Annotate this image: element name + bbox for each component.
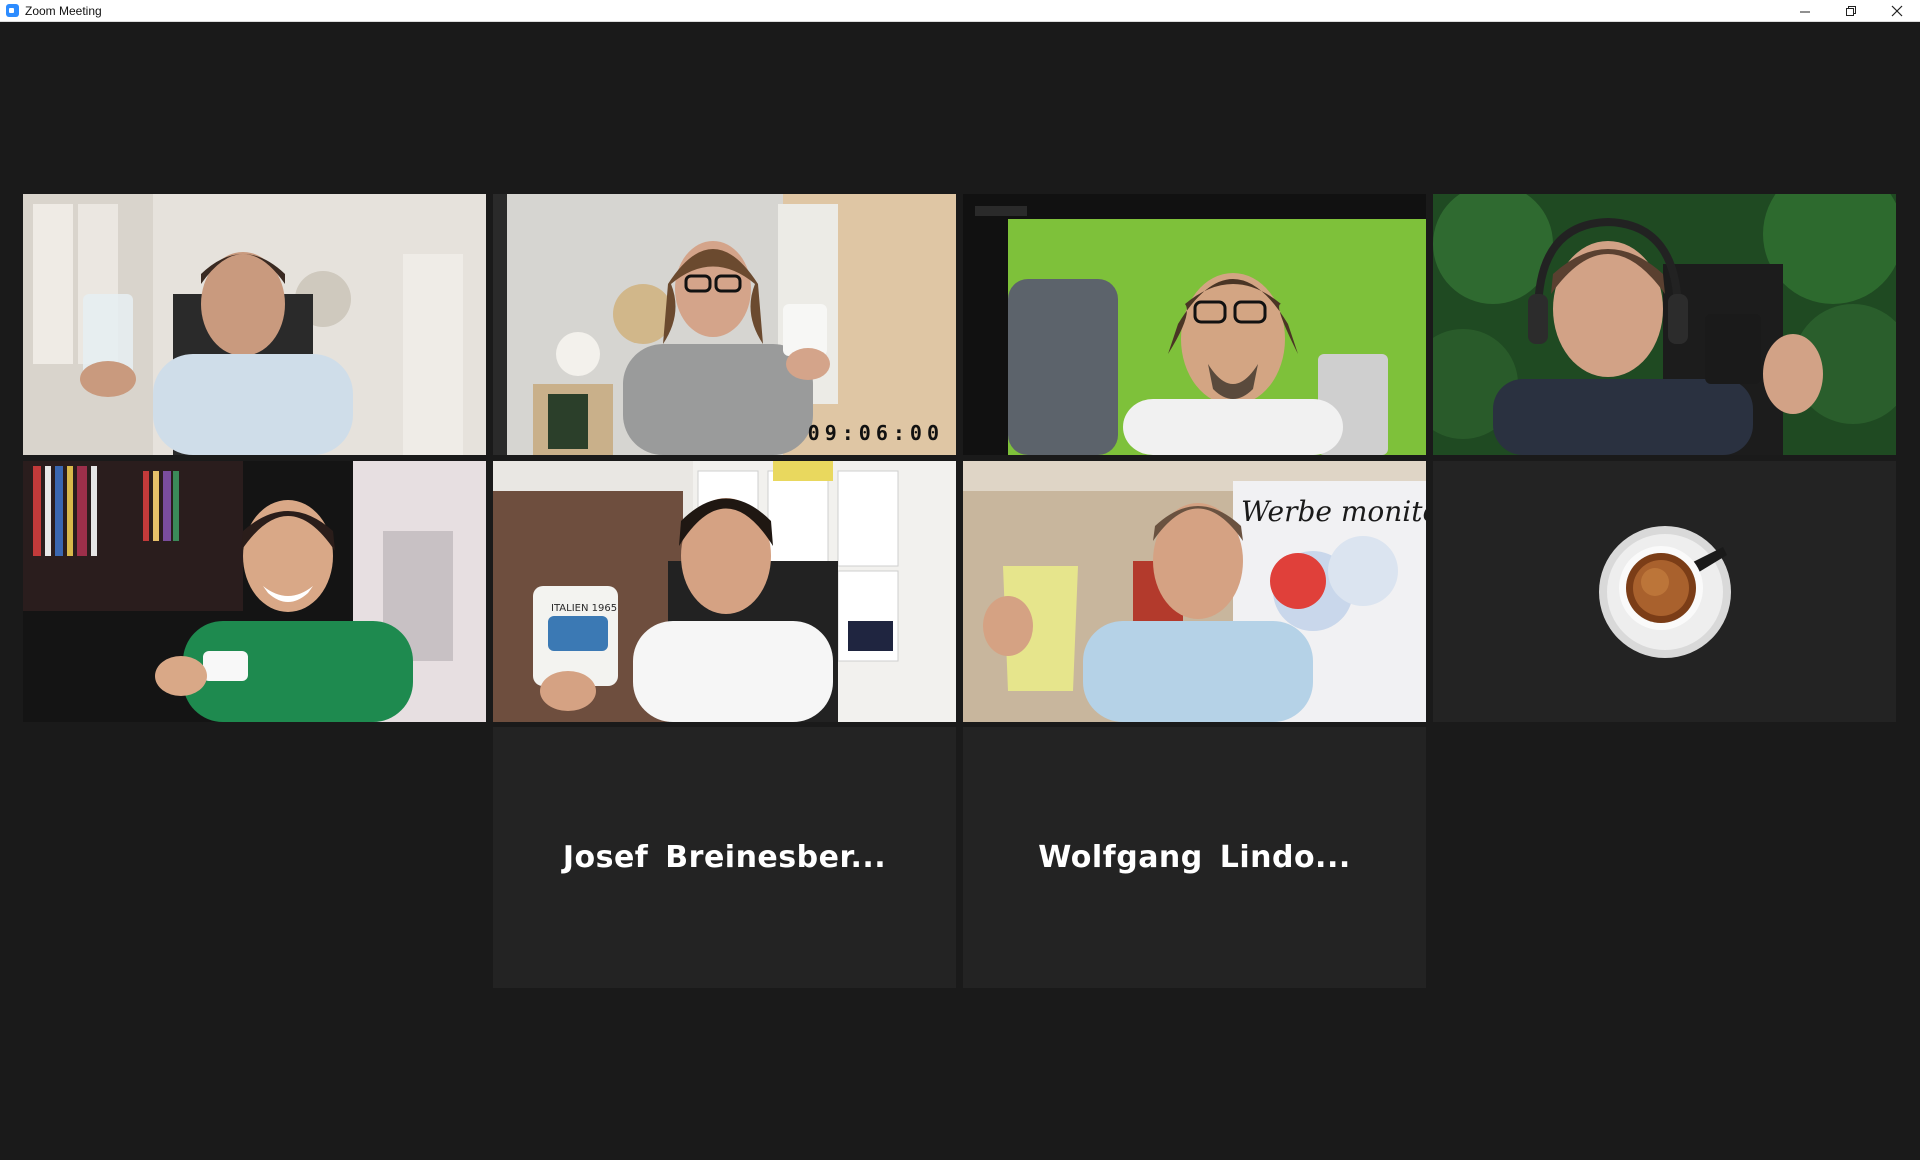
participant-video [1433,194,1896,455]
participant-video [23,194,486,455]
timer-overlay: 09:06:00 [807,421,944,445]
video-tile-participant-7[interactable]: Werbe monitor [963,461,1426,722]
gallery-view: 09:06:00 ITALIEN 1965 Werbe monit Josef … [0,22,1920,1160]
participant-video [23,461,486,722]
video-tile-participant-1[interactable] [23,194,486,455]
participant-video: Werbe monitor [963,461,1426,722]
close-icon[interactable] [1874,0,1920,22]
participant-name: Wolfgang Lindo... [1038,840,1351,875]
avatar-tile-participant-8[interactable] [1433,461,1896,722]
participant-name: Josef Breinesber... [562,840,887,875]
video-tile-participant-2[interactable]: 09:06:00 [493,194,956,455]
video-tile-participant-4[interactable] [1433,194,1896,455]
zoom-app-icon [6,4,19,17]
video-tile-participant-3[interactable] [963,194,1426,455]
window-controls [1782,0,1920,22]
participant-video [493,194,956,455]
participant-video: ITALIEN 1965 [493,461,956,722]
mug-text: ITALIEN 1965 [551,603,617,614]
espresso-cup-icon [1598,525,1731,658]
video-tile-participant-6[interactable]: ITALIEN 1965 [493,461,956,722]
minimize-icon[interactable] [1782,0,1828,22]
name-tile-participant-9[interactable]: Josef Breinesber... [493,727,956,988]
video-tile-participant-5[interactable] [23,461,486,722]
participant-video [963,194,1426,455]
window-title: Zoom Meeting [25,3,102,18]
name-tile-participant-10[interactable]: Wolfgang Lindo... [963,727,1426,988]
restore-icon[interactable] [1828,0,1874,22]
title-bar: Zoom Meeting [0,0,1920,22]
poster-text: Werbe monitor [1241,495,1426,528]
